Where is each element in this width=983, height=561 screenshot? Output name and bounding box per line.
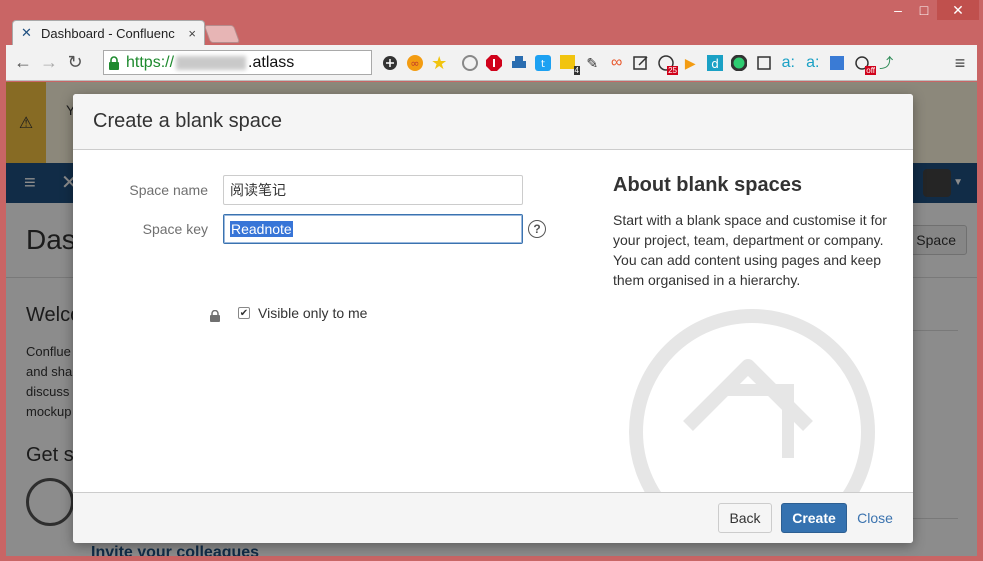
new-tab-button[interactable]	[203, 25, 241, 43]
url-scheme: https://	[126, 53, 175, 71]
bookmark-star-icon[interactable]: ★	[427, 51, 452, 75]
blank-page-illustration-icon	[629, 309, 875, 492]
page-action-icon[interactable]	[378, 51, 403, 75]
visible-only-to-me-label[interactable]: Visible only to me	[258, 305, 367, 321]
help-icon[interactable]: ?	[528, 220, 546, 238]
space-key-label: Space key	[142, 221, 208, 237]
off-badge-icon[interactable]: off	[850, 51, 876, 75]
printer-icon[interactable]	[507, 51, 532, 75]
badge-25: 25	[667, 66, 678, 75]
dialog-footer: Back Create Close	[73, 492, 913, 543]
about-text: Start with a blank space and customise i…	[613, 212, 887, 288]
svg-text:d: d	[711, 57, 719, 71]
close-button[interactable]: Close	[853, 503, 897, 533]
url-host: .atlass	[248, 53, 295, 71]
svg-text:t: t	[541, 59, 545, 70]
face-badge-icon[interactable]: 25	[654, 51, 678, 75]
confluence-favicon-icon: ✕	[21, 25, 32, 40]
play-icon[interactable]: ▶	[678, 51, 703, 75]
space-name-row: Space name 阅读笔记	[73, 175, 523, 205]
chrome-menu-icon[interactable]: ≡	[949, 51, 971, 75]
adblock-icon[interactable]	[482, 51, 507, 75]
green-arrow-icon[interactable]: ⤴	[874, 51, 899, 75]
lock-icon	[210, 310, 220, 322]
translator-icon[interactable]	[825, 51, 850, 75]
back-button[interactable]: Back	[718, 503, 772, 533]
pen-icon[interactable]: ✎	[580, 51, 605, 75]
address-bar[interactable]: https:// .atlass	[103, 50, 372, 75]
visible-only-to-me-row: ✔ Visible only to me	[238, 305, 367, 321]
space-name-value: 阅读笔记	[230, 182, 286, 198]
orange-loop-icon[interactable]: ∞	[605, 51, 630, 75]
dialog-title: Create a blank space	[93, 110, 283, 132]
window-controls: – □ ✕	[885, 0, 979, 20]
space-name-label: Space name	[129, 182, 208, 198]
space-key-row: Space key Readnote ?	[73, 214, 546, 244]
sync-icon[interactable]	[458, 51, 483, 75]
tab-close-icon[interactable]: ×	[188, 26, 196, 41]
about-title: About blank spaces	[613, 174, 802, 196]
maximize-button[interactable]: □	[911, 0, 937, 20]
window-close-button[interactable]: ✕	[937, 0, 979, 20]
space-key-value: Readnote	[230, 221, 293, 237]
tab-title: Dashboard - Confluenc	[41, 25, 175, 41]
forward-arrow-icon[interactable]: →	[36, 50, 62, 76]
reload-icon[interactable]: ↻	[62, 50, 88, 76]
extension-badge-4-icon[interactable]: 4	[556, 51, 580, 75]
translate-a-icon[interactable]: a:	[776, 51, 801, 75]
edit-note-icon[interactable]	[629, 51, 654, 75]
expand-icon[interactable]	[752, 51, 777, 75]
secure-lock-icon	[108, 55, 122, 70]
d-icon[interactable]: d	[703, 51, 728, 75]
browser-window: – □ ✕ ✕ Dashboard - Confluenc × ← → ↻ ht…	[0, 0, 983, 561]
browser-toolbar: ← → ↻ https:// .atlass ∞ ★ t 4 ✎ ∞ 25 ▶ …	[6, 45, 977, 81]
browser-tab[interactable]: ✕ Dashboard - Confluenc ×	[12, 20, 205, 45]
minimize-button[interactable]: –	[885, 0, 911, 20]
infinity-icon[interactable]: ∞	[403, 51, 428, 75]
visible-only-to-me-checkbox[interactable]: ✔	[238, 307, 250, 319]
create-space-dialog: Create a blank space Space name 阅读笔记 Spa…	[73, 94, 913, 543]
create-button[interactable]: Create	[781, 503, 847, 533]
dialog-header: Create a blank space	[73, 94, 913, 150]
extension-icons: ∞ ★ t 4 ✎ ∞ 25 ▶ d a: a: off ⤴	[378, 51, 899, 75]
twitter-icon[interactable]: t	[531, 51, 556, 75]
translate-a2-icon[interactable]: a:	[801, 51, 826, 75]
url-redacted	[176, 55, 247, 70]
space-key-input[interactable]: Readnote	[223, 214, 523, 244]
svg-text:∞: ∞	[410, 57, 419, 70]
dialog-body: Space name 阅读笔记 Space key Readnote ? ✔ V…	[73, 150, 913, 492]
space-name-input[interactable]: 阅读笔记	[223, 175, 523, 205]
color-wheel-icon[interactable]	[727, 51, 752, 75]
back-arrow-icon[interactable]: ←	[10, 50, 36, 76]
